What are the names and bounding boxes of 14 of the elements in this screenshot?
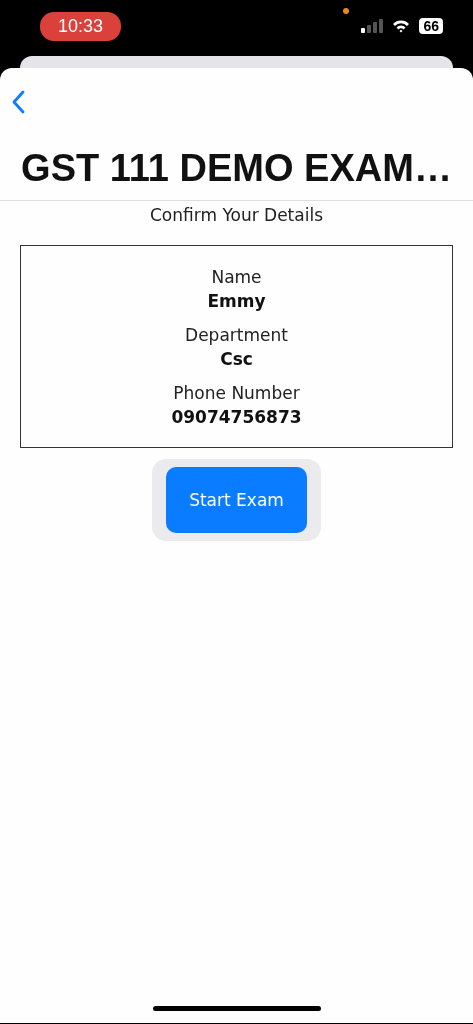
field-value: Emmy <box>207 290 266 313</box>
field-label: Department <box>185 324 288 347</box>
wifi-icon <box>392 19 411 33</box>
field-label: Phone Number <box>173 382 300 405</box>
time-pill: 10:33 <box>40 11 122 41</box>
field-value: Csc <box>220 348 253 371</box>
back-button[interactable] <box>11 90 25 114</box>
signal-icon <box>361 19 384 33</box>
page-title: GST 111 DEMO EXAM… <box>20 146 453 190</box>
start-exam-button[interactable]: Start Exam <box>166 467 307 533</box>
field-label: Name <box>211 266 262 289</box>
battery-level: 66 <box>419 18 443 34</box>
section-heading: Confirm Your Details <box>148 204 324 227</box>
field-value: 09074756873 <box>171 406 302 429</box>
